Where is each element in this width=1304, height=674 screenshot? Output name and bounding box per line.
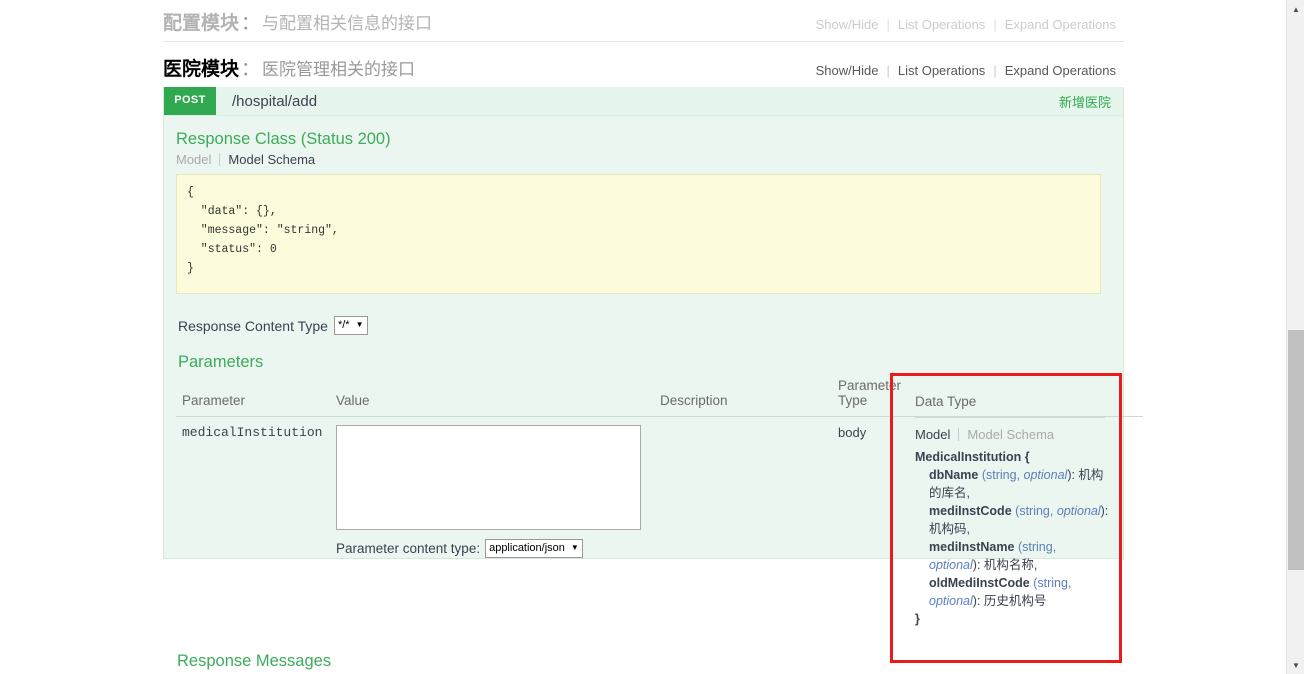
- chevron-down-icon: ▼: [355, 320, 364, 329]
- model-close-brace: }: [915, 612, 920, 626]
- response-content-type-select[interactable]: */* ▼: [333, 316, 368, 335]
- resource-options-config: Show/Hide | List Operations | Expand Operati…: [808, 17, 1124, 32]
- model-property: mediInstName (string, optional): 机构名称,: [915, 538, 1109, 574]
- property-name: dbName: [929, 468, 979, 482]
- resource-colon: ：: [241, 13, 261, 34]
- operation-heading[interactable]: POST /hospital/add 新增医院: [164, 87, 1123, 116]
- expand-operations-link-hospital[interactable]: Expand Operations: [997, 63, 1124, 78]
- th-value: Value: [330, 378, 654, 417]
- resource-name: 配置模块: [163, 13, 240, 34]
- data-type-model-tabs: Model Model Schema: [915, 427, 1109, 442]
- model-signature: MedicalInstitution { dbName (string, opt…: [915, 448, 1109, 628]
- parameter-name-cell: medicalInstitution: [182, 425, 323, 440]
- tab-model-schema[interactable]: Model Schema: [967, 427, 1062, 442]
- resource-header-hospital: 医院模块：医院管理相关的接口 Show/Hide | List Operations…: [163, 42, 1124, 87]
- scroll-up-arrow-icon[interactable]: ▲: [1287, 0, 1304, 18]
- parameter-content-type-select[interactable]: application/json ▼: [485, 539, 583, 558]
- operation-summary: 新增医院: [1058, 94, 1111, 110]
- th-parameter: Parameter: [176, 378, 330, 417]
- th-description: Description: [654, 378, 832, 417]
- http-method-badge: POST: [164, 87, 216, 115]
- property-type: (string, optional: [981, 468, 1068, 482]
- show-hide-link-config[interactable]: Show/Hide: [808, 17, 887, 32]
- resource-description: 医院管理相关的接口: [262, 60, 416, 79]
- property-type: (string, optional: [1015, 504, 1101, 518]
- response-class-title: Response Class (Status 200): [176, 130, 391, 148]
- chevron-down-icon: ▼: [570, 543, 579, 552]
- property-name: oldMediInstCode: [929, 576, 1030, 590]
- list-operations-link-hospital[interactable]: List Operations: [890, 63, 993, 78]
- property-name: mediInstCode: [929, 504, 1012, 518]
- model-property: dbName (string, optional): 机构的库名,: [915, 466, 1109, 502]
- response-content-type-label: Response Content Type: [178, 317, 328, 334]
- parameter-value-input[interactable]: [336, 425, 641, 530]
- property-name: mediInstName: [929, 540, 1015, 554]
- resource-title-hospital: 医院模块：医院管理相关的接口: [163, 54, 415, 81]
- resource-name: 医院模块: [163, 59, 240, 80]
- response-model-tabs: Model Model Schema: [176, 152, 1111, 167]
- parameter-content-type-row: Parameter content type: application/json…: [336, 539, 654, 558]
- vertical-scrollbar[interactable]: ▲ ▼: [1286, 0, 1304, 674]
- data-type-panel: Data Type Model Model Schema MedicalInsti…: [893, 376, 1119, 660]
- operation-path[interactable]: /hospital/add: [216, 93, 1059, 110]
- parameter-description-cell: [654, 417, 832, 559]
- property-description: ): 机构名称,: [972, 558, 1038, 572]
- parameters-title: Parameters: [178, 353, 264, 371]
- parameter-value-cell: Parameter content type: application/json…: [330, 417, 654, 558]
- tab-divider: [958, 428, 960, 441]
- scroll-down-arrow-icon[interactable]: ▼: [1287, 656, 1304, 674]
- resource-options-hospital: Show/Hide | List Operations | Expand Operati…: [808, 63, 1124, 78]
- model-property: mediInstCode (string, optional): 机构码,: [915, 502, 1109, 538]
- model-property: oldMediInstCode (string, optional): 历史机构…: [915, 574, 1109, 610]
- swagger-page: 配置模块：与配置相关信息的接口 Show/Hide | List Operation…: [0, 0, 1286, 674]
- parameter-content-type-value: application/json: [489, 542, 565, 554]
- resource-header-config: 配置模块：与配置相关信息的接口 Show/Hide | List Operation…: [163, 0, 1124, 41]
- response-content-type-value: */*: [337, 319, 350, 331]
- tab-model[interactable]: Model: [176, 152, 219, 167]
- response-content-type-row: Response Content Type */* ▼: [178, 316, 1111, 335]
- response-messages-title: Response Messages: [177, 652, 332, 670]
- resource-title-config: 配置模块：与配置相关信息的接口: [163, 8, 432, 35]
- response-schema-code: { "data": {}, "message": "string", "stat…: [176, 174, 1101, 294]
- show-hide-link-hospital[interactable]: Show/Hide: [808, 63, 887, 78]
- parameter-content-type-label: Parameter content type:: [336, 541, 481, 556]
- resource-colon: ：: [241, 59, 261, 80]
- property-description: ): 历史机构号: [972, 594, 1047, 608]
- tab-model[interactable]: Model: [915, 427, 958, 442]
- data-type-header: Data Type: [915, 394, 1105, 418]
- resource-description: 与配置相关信息的接口: [262, 14, 433, 33]
- model-name: MedicalInstitution {: [915, 450, 1030, 464]
- tab-model-schema[interactable]: Model Schema: [228, 152, 323, 167]
- list-operations-link-config[interactable]: List Operations: [890, 17, 993, 32]
- expand-operations-link-config[interactable]: Expand Operations: [997, 17, 1124, 32]
- tab-divider: [219, 153, 221, 166]
- scrollbar-thumb[interactable]: [1288, 330, 1304, 570]
